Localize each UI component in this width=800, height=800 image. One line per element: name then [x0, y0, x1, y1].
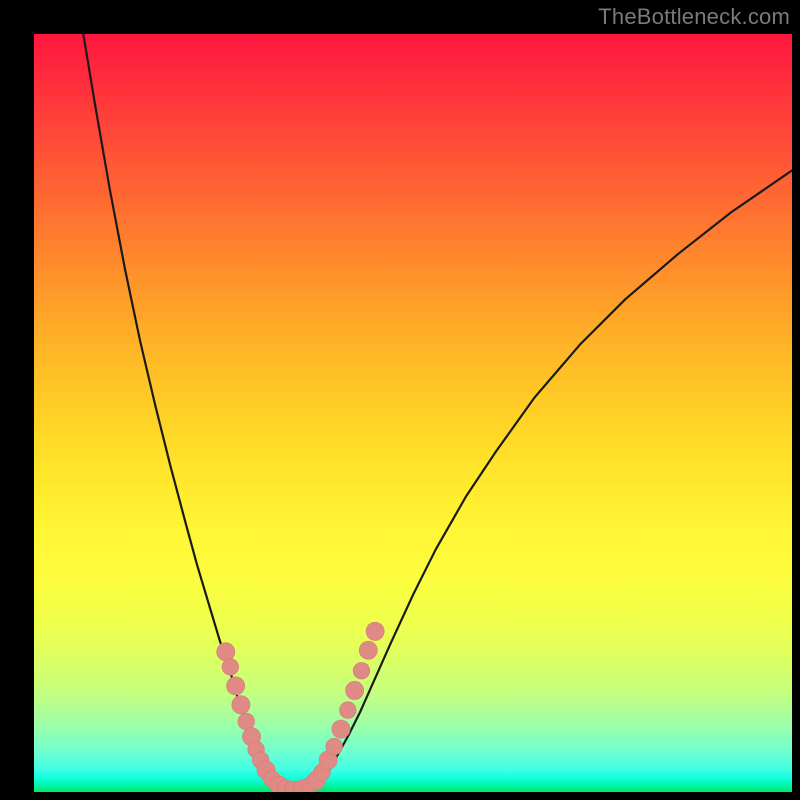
data-marker [227, 677, 245, 695]
watermark-text: TheBottleneck.com [598, 4, 790, 30]
chart-svg [34, 34, 792, 792]
data-marker [353, 662, 370, 679]
data-marker [339, 702, 356, 719]
data-marker [366, 622, 384, 640]
data-marker [217, 643, 235, 661]
data-marker [332, 720, 350, 738]
data-marker [232, 696, 250, 714]
chart-frame: TheBottleneck.com [0, 0, 800, 800]
data-marker [222, 659, 239, 676]
data-markers [217, 622, 385, 792]
data-marker [346, 681, 364, 699]
curve-path [83, 34, 792, 790]
plot-area [34, 34, 792, 792]
data-marker [359, 641, 377, 659]
bottleneck-curve [83, 34, 792, 790]
data-marker [326, 738, 343, 755]
